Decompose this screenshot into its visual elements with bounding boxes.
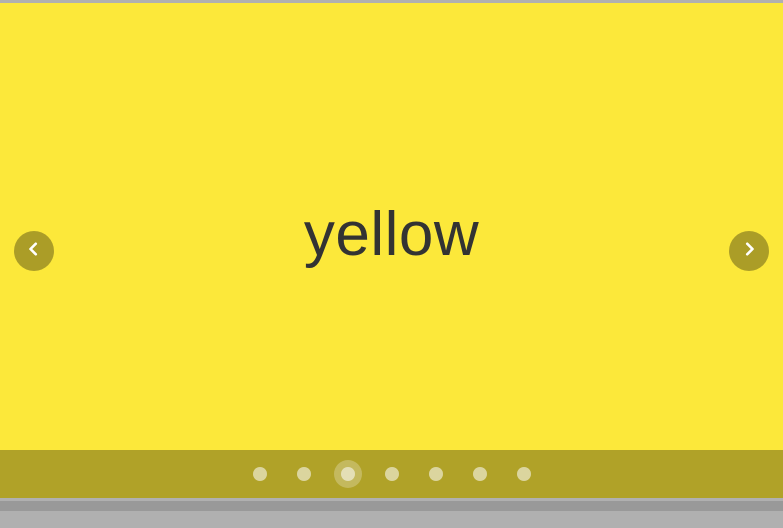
carousel-slide-label: yellow — [304, 199, 479, 270]
chevron-left-icon — [27, 242, 41, 261]
pager-dot-5[interactable] — [429, 467, 443, 481]
pager-dot-2[interactable] — [297, 467, 311, 481]
carousel-prev-button[interactable] — [14, 231, 54, 271]
pager-dot-4[interactable] — [385, 467, 399, 481]
carousel: yellow — [0, 3, 783, 498]
pager-dot-6[interactable] — [473, 467, 487, 481]
pager-dot-3[interactable] — [341, 467, 355, 481]
carousel-pager — [0, 450, 783, 498]
carousel-next-button[interactable] — [729, 231, 769, 271]
chevron-right-icon — [742, 242, 756, 261]
page-background: yellow — [0, 0, 783, 528]
footer-bar — [0, 501, 783, 511]
carousel-slide: yellow — [0, 3, 783, 498]
pager-dot-7[interactable] — [517, 467, 531, 481]
pager-dot-1[interactable] — [253, 467, 267, 481]
